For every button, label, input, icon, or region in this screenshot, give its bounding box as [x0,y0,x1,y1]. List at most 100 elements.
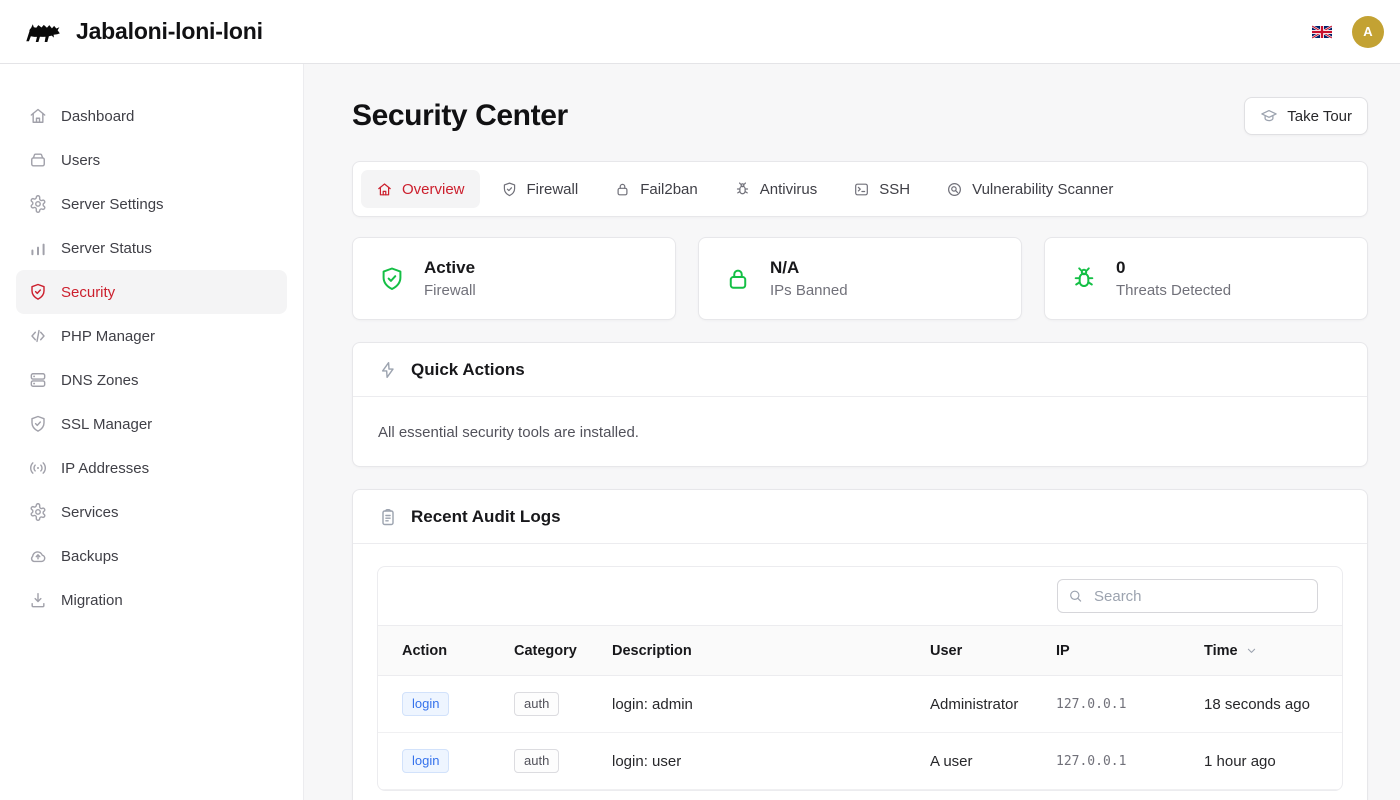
tab-label: Firewall [527,181,579,198]
description-cell: login: user [600,733,918,790]
sidebar-item-label: Server Status [61,240,152,257]
audit-logs-card: Recent Audit Logs [352,489,1368,800]
brand: Jabaloni-loni-loni [20,18,263,46]
audit-search-input[interactable] [1057,579,1318,613]
lock-icon [614,181,631,198]
bug-icon [1070,265,1098,293]
code-icon [28,326,48,346]
quick-actions-card: Quick Actions All essential security too… [352,342,1368,467]
stat-label: Firewall [424,280,476,301]
action-badge: login [402,692,449,716]
sidebar-item-ip-addresses[interactable]: IP Addresses [16,446,287,490]
gear-icon [28,502,48,522]
home-icon [376,181,393,198]
tab-label: SSH [879,181,910,198]
cloud-upload-icon [28,546,48,566]
audit-logs-title: Recent Audit Logs [411,507,561,527]
page-title: Security Center [352,99,568,133]
sidebar-item-label: Server Settings [61,196,164,213]
quick-actions-title: Quick Actions [411,360,525,380]
audit-table-container: Action Category Description User IP Time logi… [377,566,1343,791]
audit-log-row: loginauthlogin: userA user127.0.0.11 hou… [378,733,1342,790]
tab-firewall[interactable]: Firewall [486,170,594,208]
column-header-ip: IP [1044,626,1192,676]
sidebar-item-label: Migration [61,592,123,609]
sidebar-item-label: Security [61,284,115,301]
tab-ssh[interactable]: SSH [838,170,925,208]
column-header-user: User [918,626,1044,676]
sidebar-item-label: Users [61,152,100,169]
sidebar-item-label: Backups [61,548,119,565]
app-title: Jabaloni-loni-loni [76,18,263,45]
tab-label: Antivirus [760,181,818,198]
bug-icon [734,181,751,198]
time-cell: 18 seconds ago [1192,676,1342,733]
sidebar-item-users[interactable]: Users [16,138,287,182]
boar-logo-icon [20,18,62,46]
column-label: Description [612,643,692,659]
tab-vulnerability-scanner[interactable]: Vulnerability Scanner [931,170,1128,208]
sidebar-item-ssl-manager[interactable]: SSL Manager [16,402,287,446]
sidebar-item-label: Services [61,504,119,521]
sidebar-item-label: SSL Manager [61,416,152,433]
tab-label: Vulnerability Scanner [972,181,1113,198]
sidebar-item-migration[interactable]: Migration [16,578,287,622]
tab-fail2ban[interactable]: Fail2ban [599,170,713,208]
column-label: Category [514,643,577,659]
quick-actions-message: All essential security tools are install… [378,424,1342,441]
sidebar-item-server-settings[interactable]: Server Settings [16,182,287,226]
sidebar-item-dns-zones[interactable]: DNS Zones [16,358,287,402]
sidebar-item-security[interactable]: Security [16,270,287,314]
clipboard-icon [378,507,398,527]
column-header-time[interactable]: Time [1192,626,1342,676]
user-cell: A user [918,733,1044,790]
uk-flag-icon[interactable] [1312,25,1332,39]
column-header-category: Category [502,626,600,676]
tab-antivirus[interactable]: Antivirus [719,170,833,208]
category-badge: auth [514,692,559,716]
column-header-description: Description [600,626,918,676]
chevron-down-icon [1244,643,1259,658]
tab-label: Overview [402,181,465,198]
home-icon [28,106,48,126]
shield-check-icon [378,265,406,293]
stat-value: N/A [770,256,848,280]
download-icon [28,590,48,610]
sidebar-item-services[interactable]: Services [16,490,287,534]
stat-card-threats-detected: 0Threats Detected [1044,237,1368,320]
sidebar-item-server-status[interactable]: Server Status [16,226,287,270]
take-tour-button[interactable]: Take Tour [1244,97,1368,135]
search-icon [1067,588,1084,605]
ip-cell: 127.0.0.1 [1044,676,1192,733]
lock-icon [724,265,752,293]
sidebar: Dashboard Users Server Settings Server Stat… [0,64,304,800]
ip-cell: 127.0.0.1 [1044,733,1192,790]
sidebar-item-label: PHP Manager [61,328,155,345]
gear-icon [28,194,48,214]
avatar[interactable]: A [1352,16,1384,48]
tab-overview[interactable]: Overview [361,170,480,208]
sidebar-item-backups[interactable]: Backups [16,534,287,578]
description-cell: login: admin [600,676,918,733]
top-header: Jabaloni-loni-loni A [0,0,1400,64]
sidebar-item-dashboard[interactable]: Dashboard [16,94,287,138]
graduation-cap-icon [1260,107,1278,125]
broadcast-icon [28,458,48,478]
terminal-icon [853,181,870,198]
column-header-action: Action [378,626,502,676]
sidebar-item-php-manager[interactable]: PHP Manager [16,314,287,358]
security-tabs: Overview Firewall Fail2ban Antivirus SSH Vuln… [352,161,1368,217]
stat-card-firewall: ActiveFirewall [352,237,676,320]
sidebar-item-label: DNS Zones [61,372,139,389]
audit-search [1057,579,1318,613]
take-tour-label: Take Tour [1287,108,1352,125]
bar-chart-icon [28,238,48,258]
column-label: User [930,643,962,659]
shield-check-icon [501,181,518,198]
column-label: Time [1204,643,1238,659]
action-badge: login [402,749,449,773]
stat-cards: ActiveFirewallN/AIPs Banned0Threats Dete… [352,237,1368,320]
scan-icon [946,181,963,198]
user-cell: Administrator [918,676,1044,733]
audit-log-row: login auth login: adminAdministrator127.0.… [378,676,1342,733]
